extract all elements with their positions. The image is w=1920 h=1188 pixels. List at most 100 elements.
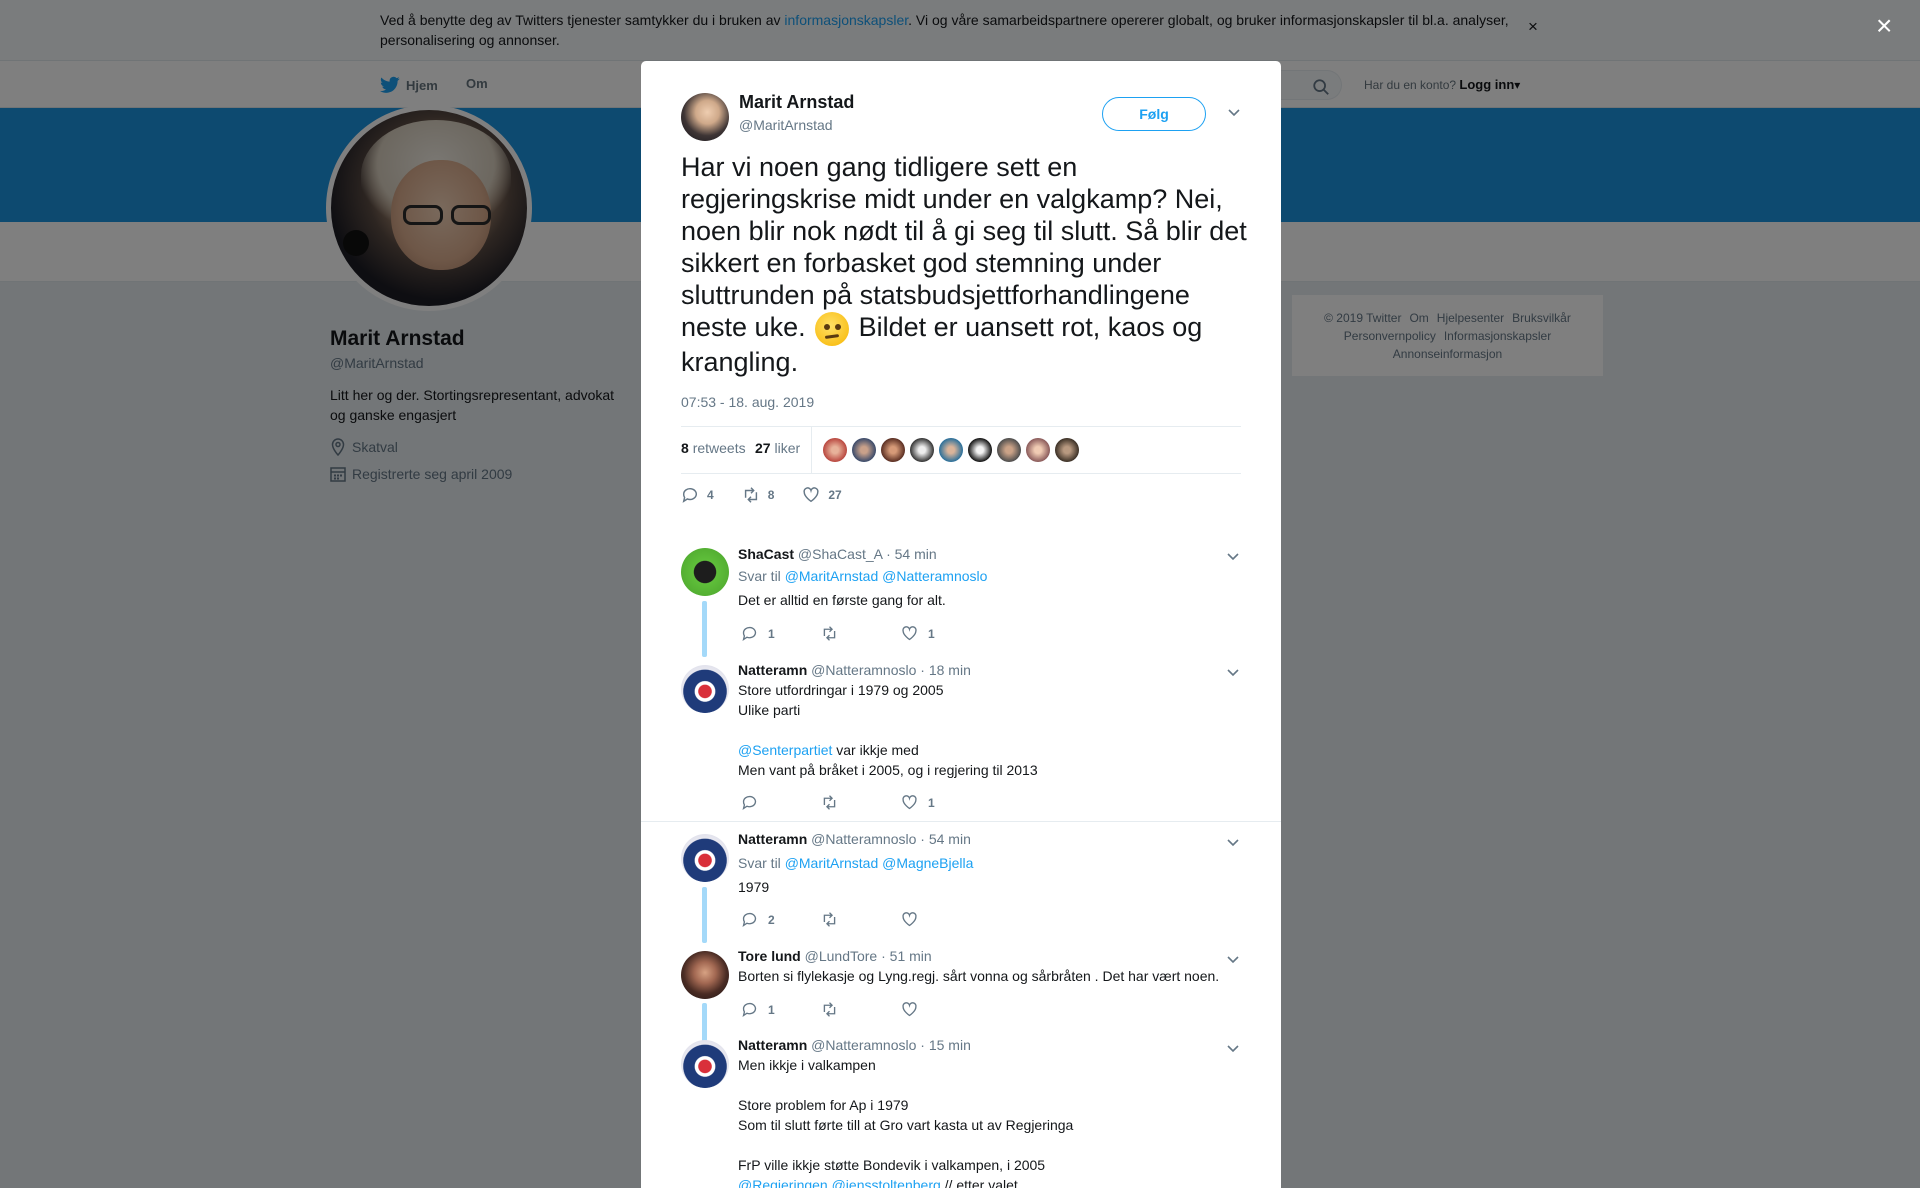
like-action[interactable]	[901, 911, 981, 928]
liker-avatar[interactable]	[997, 438, 1021, 462]
reply-author-handle[interactable]: @LundTore	[805, 948, 878, 964]
like-action[interactable]: 27	[802, 486, 842, 504]
thread-line	[702, 601, 707, 657]
modal-close-button[interactable]: ×	[1876, 12, 1892, 40]
reply-author-name[interactable]: ShaCast	[738, 546, 794, 562]
retweet-action[interactable]	[821, 1001, 901, 1018]
reply-avatar[interactable]	[681, 1040, 729, 1088]
retweet-icon	[823, 1002, 836, 1017]
retweet-action[interactable]	[821, 625, 901, 642]
reply-icon	[682, 487, 697, 503]
thread-separator	[641, 821, 1281, 822]
chevron-down-icon[interactable]	[1226, 952, 1240, 966]
reply-text-line: Store problem for Ap i 1979	[738, 1097, 909, 1113]
reply-action[interactable]	[741, 794, 821, 811]
author-avatar[interactable]	[681, 93, 729, 141]
reply-action[interactable]: 2	[741, 911, 821, 928]
reply-time[interactable]: · 54 min	[920, 831, 971, 847]
reply-avatar[interactable]	[681, 834, 729, 882]
reply-author-name[interactable]: Tore lund	[738, 948, 801, 964]
follow-button[interactable]: Følg	[1102, 97, 1206, 131]
reply-author-name[interactable]: Natteramn	[738, 662, 807, 678]
like-action[interactable]: 1	[901, 625, 981, 642]
retweet-stat[interactable]: 8 retweets	[681, 440, 746, 456]
retweet-count: 8	[681, 440, 689, 456]
reply-time[interactable]: · 15 min	[920, 1037, 971, 1053]
rolling-eyes-emoji-icon	[815, 311, 850, 346]
reply-time[interactable]: · 18 min	[920, 662, 971, 678]
mention-link[interactable]: @Regjeringen @jensstoltenberg	[738, 1177, 941, 1188]
like-count: 1	[928, 795, 935, 810]
retweet-action[interactable]: 8	[742, 486, 774, 504]
reply-header: Natteramn @Natteramnoslo · 54 min	[738, 831, 971, 847]
chevron-down-icon[interactable]	[1226, 1041, 1240, 1055]
reply-text-line: @Regjeringen @jensstoltenberg // etter v…	[738, 1177, 1018, 1188]
reply-author-handle[interactable]: @Natteramnoslo	[811, 662, 916, 678]
reply-time[interactable]: · 54 min	[886, 546, 937, 562]
retweet-action[interactable]	[821, 911, 901, 928]
liker-avatar[interactable]	[1026, 438, 1050, 462]
tweet-actions: 4 8 27	[681, 486, 870, 504]
like-action[interactable]: 1	[901, 794, 981, 811]
mention-link[interactable]: @MagneBjella	[882, 855, 973, 871]
reply-count: 4	[707, 488, 714, 502]
mention-link[interactable]: @Senterpartiet	[738, 742, 832, 758]
likes-stat[interactable]: 27 liker	[755, 440, 800, 456]
reply-action[interactable]: 4	[681, 486, 714, 504]
reply-avatar[interactable]	[681, 548, 729, 596]
tweet-timestamp[interactable]: 07:53 - 18. aug. 2019	[681, 394, 814, 410]
liker-avatar[interactable]	[852, 438, 876, 462]
reply-author-name[interactable]: Natteramn	[738, 1037, 807, 1053]
chevron-down-icon[interactable]	[1226, 665, 1240, 679]
mention-link[interactable]: @Natteramnoslo	[882, 568, 987, 584]
reply-avatar[interactable]	[681, 665, 729, 713]
liker-avatar[interactable]	[881, 438, 905, 462]
reply-text: 1979	[738, 879, 770, 895]
heart-icon	[902, 795, 917, 810]
chevron-down-icon[interactable]	[1226, 835, 1240, 849]
retweet-icon	[823, 795, 836, 810]
reply-to-label: Svar til	[738, 855, 781, 871]
reply-icon	[742, 912, 757, 927]
reply-text-line: @Senterpartiet var ikkje med	[738, 742, 919, 758]
reply-author-handle[interactable]: @Natteramnoslo	[811, 831, 916, 847]
liker-avatar[interactable]	[823, 438, 847, 462]
stats-divider	[811, 427, 812, 473]
mention-link[interactable]: @MaritArnstad	[785, 855, 879, 871]
reply-actions: 1	[741, 1001, 981, 1018]
like-action[interactable]	[901, 1001, 981, 1018]
reply-icon	[742, 1002, 757, 1017]
reply-header: Tore lund @LundTore · 51 min	[738, 948, 932, 964]
reply-actions: 1	[741, 794, 981, 811]
reply-time[interactable]: · 51 min	[881, 948, 932, 964]
reply-avatar[interactable]	[681, 951, 729, 999]
reply-author-handle[interactable]: @Natteramnoslo	[811, 1037, 916, 1053]
liker-avatar[interactable]	[968, 438, 992, 462]
author-handle[interactable]: @MaritArnstad	[739, 117, 833, 133]
liker-avatar[interactable]	[910, 438, 934, 462]
retweet-action[interactable]	[821, 794, 901, 811]
reply-text-fragment: var ikkje med	[832, 742, 919, 758]
reply-text-line: Men vant på bråket i 2005, og i regjerin…	[738, 762, 1038, 778]
mention-link[interactable]: @MaritArnstad	[785, 568, 879, 584]
heart-icon	[902, 912, 917, 927]
reply-text-line: FrP ville ikkje støtte Bondevik i valkam…	[738, 1157, 1046, 1173]
reply-text: Borten si flylekasje og Lyng.regj. sårt …	[738, 968, 1220, 984]
reply-text-line: Store utfordringar i 1979 og 2005	[738, 682, 944, 698]
heart-icon	[803, 487, 819, 503]
reply-author-name[interactable]: Natteramn	[738, 831, 807, 847]
reply-header: Natteramn @Natteramnoslo · 15 min	[738, 1037, 971, 1053]
reply-author-handle[interactable]: @ShaCast_A	[798, 546, 882, 562]
liker-avatar[interactable]	[1055, 438, 1079, 462]
author-name[interactable]: Marit Arnstad	[739, 92, 854, 113]
reply-text-fragment: // etter valet	[940, 1177, 1018, 1188]
reply-to-line: Svar til @MaritArnstad @Natteramnoslo	[738, 568, 987, 584]
retweet-icon	[823, 626, 836, 641]
reply-to-label: Svar til	[738, 568, 781, 584]
chevron-down-icon[interactable]	[1227, 105, 1241, 119]
like-count: 1	[928, 626, 935, 641]
chevron-down-icon[interactable]	[1226, 549, 1240, 563]
liker-avatar[interactable]	[939, 438, 963, 462]
reply-action[interactable]: 1	[741, 1001, 821, 1018]
reply-action[interactable]: 1	[741, 625, 821, 642]
